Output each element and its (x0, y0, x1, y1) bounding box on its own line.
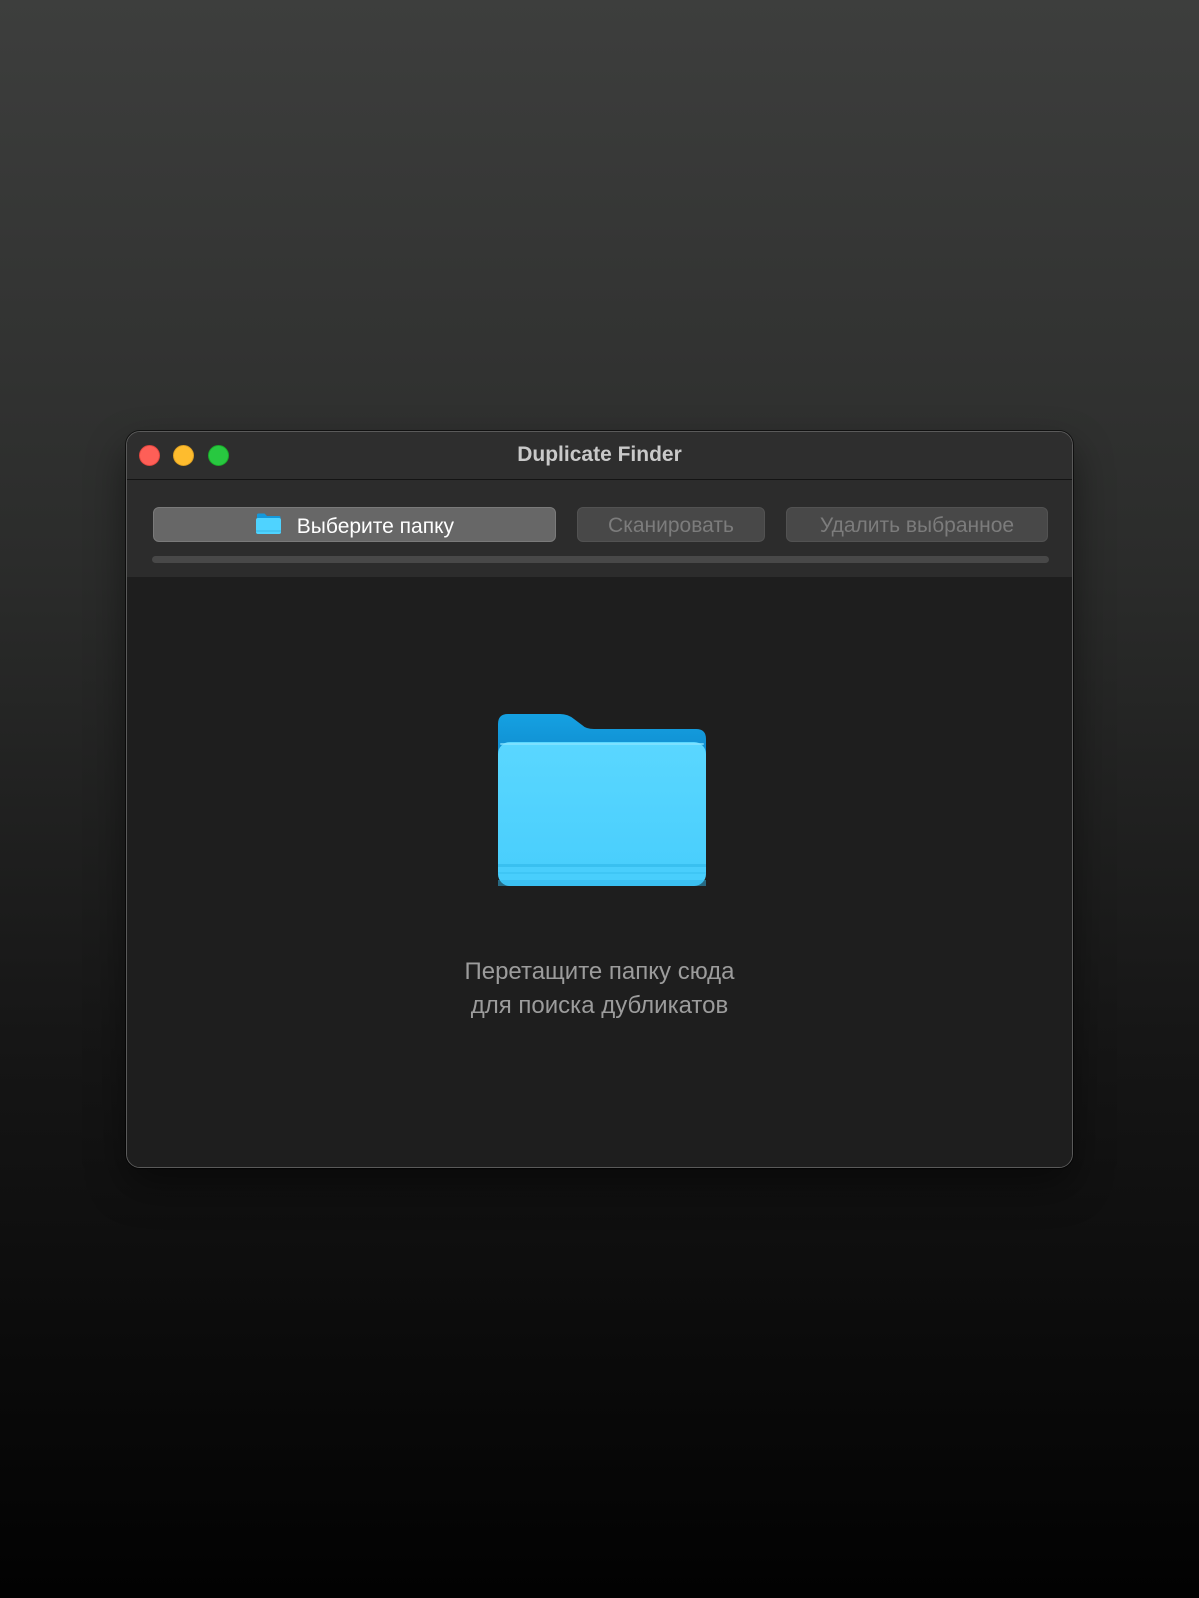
drop-hint-line-2: для поиска дубликатов (470, 992, 729, 1019)
app-window: Duplicate Finder Выберите папку Сканиров… (126, 431, 1073, 1168)
scan-button[interactable]: Сканировать (577, 507, 765, 542)
drop-zone[interactable]: Перетащите папку сюда для поиска дублика… (127, 577, 1072, 1167)
delete-selected-button[interactable]: Удалить выбранное (786, 507, 1048, 542)
folder-icon (255, 513, 281, 535)
choose-folder-button[interactable]: Выберите папку (153, 507, 556, 542)
title-bar[interactable]: Duplicate Finder (127, 432, 1072, 480)
window-title: Duplicate Finder (517, 443, 682, 466)
folder-icon (498, 714, 706, 886)
drop-hint-line-1: Перетащите папку сюда (464, 958, 735, 985)
progress-bar (152, 556, 1049, 563)
toolbar: Выберите папку Сканировать Удалить выбра… (127, 480, 1072, 577)
choose-folder-label: Выберите папку (296, 514, 455, 538)
